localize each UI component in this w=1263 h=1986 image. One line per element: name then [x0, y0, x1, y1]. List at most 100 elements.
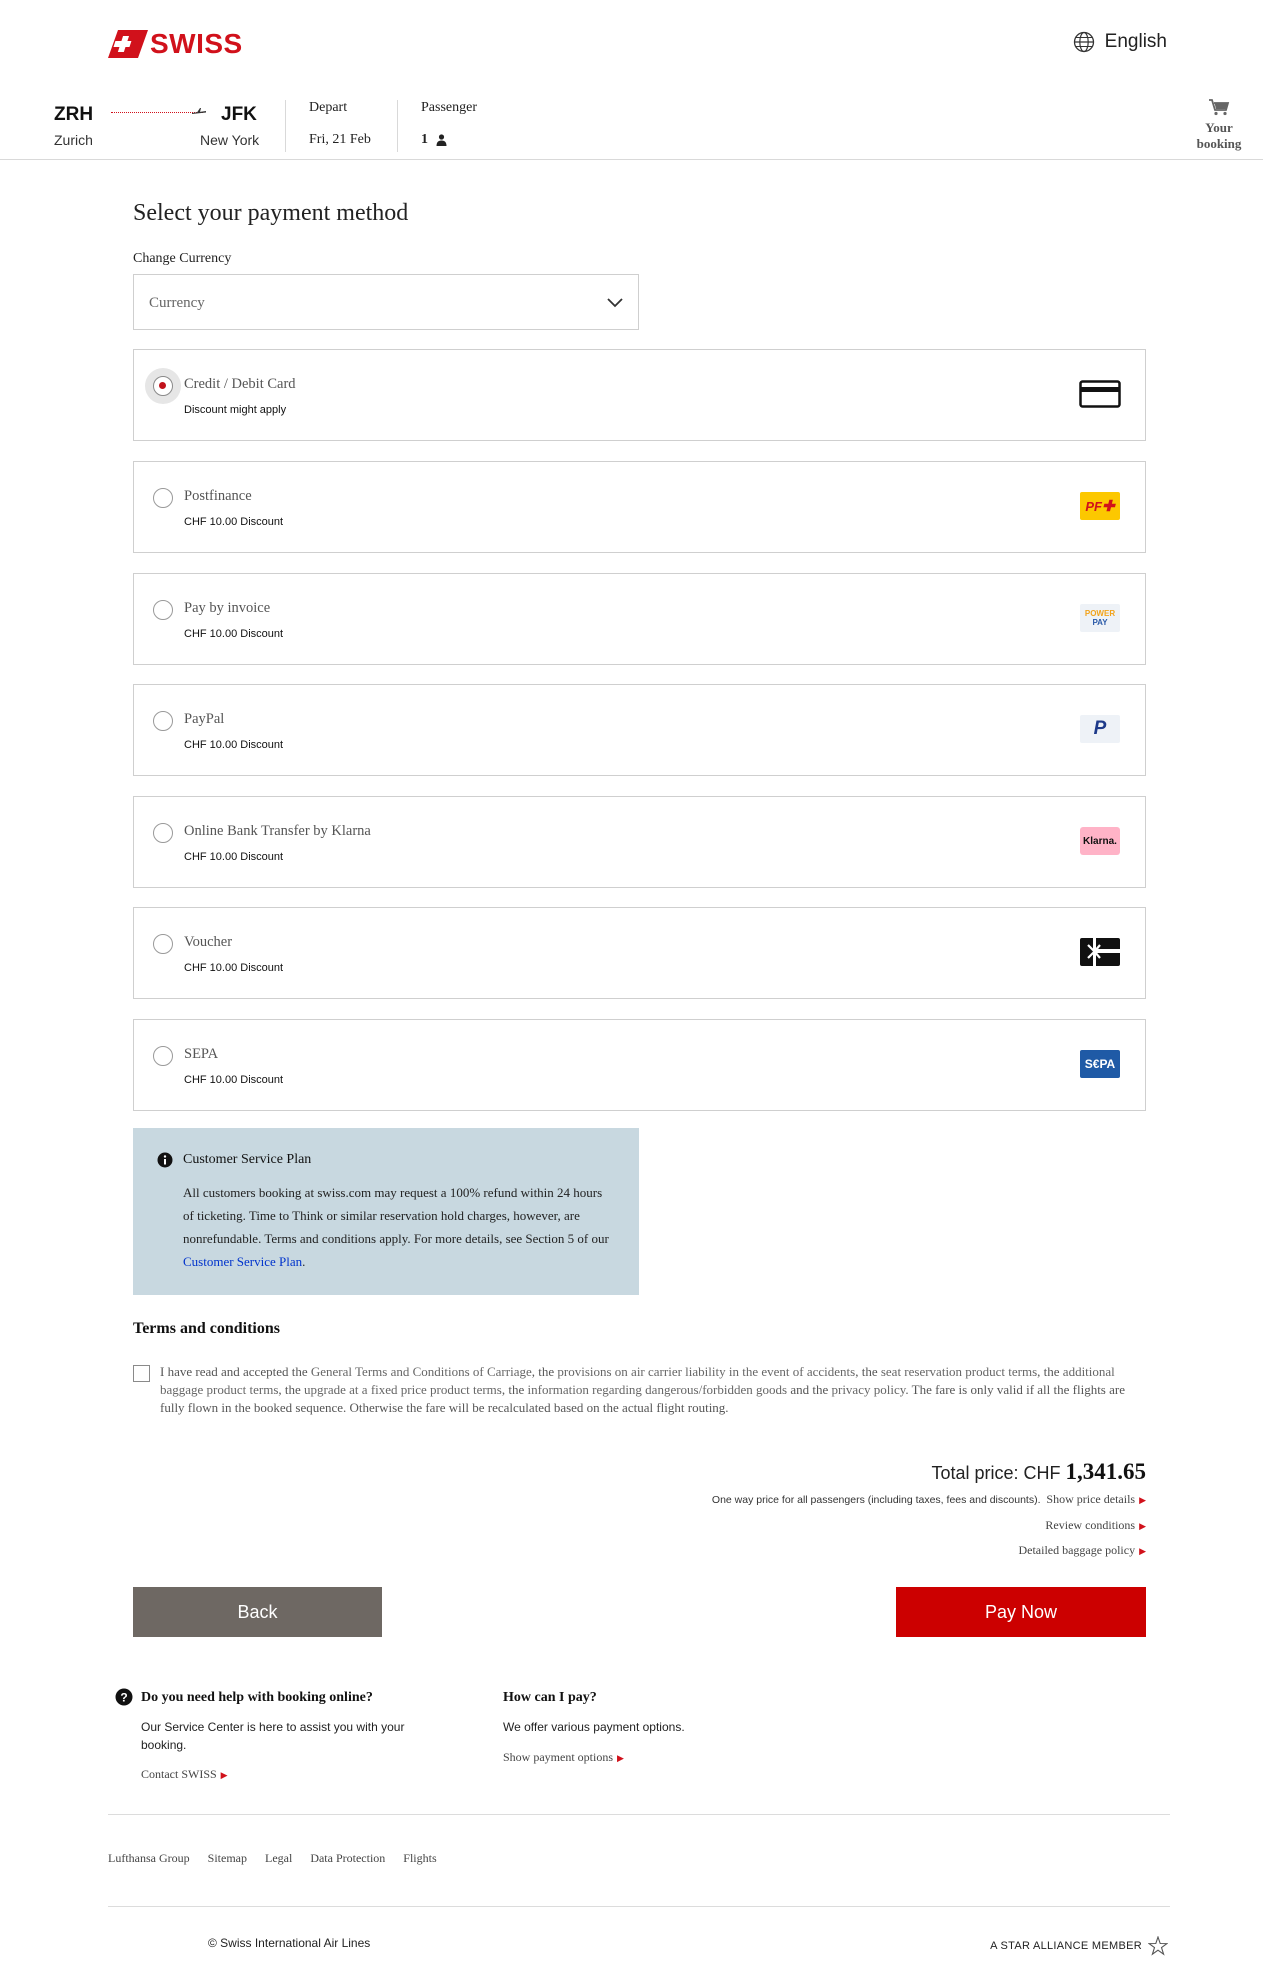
terms-text-part: , the	[501, 1382, 528, 1397]
triangle-right-icon: ▶	[1139, 1546, 1146, 1556]
terms-text-part: I have read and accepted the	[160, 1364, 311, 1379]
terms-checkbox[interactable]	[133, 1365, 150, 1382]
footer-link[interactable]: Lufthansa Group	[108, 1851, 190, 1866]
show-price-details-link[interactable]: Show price details ▶	[1046, 1492, 1146, 1506]
destination-city: New York	[200, 132, 260, 148]
contact-swiss-link[interactable]: Contact SWISS ▶	[141, 1767, 228, 1782]
sepa-logo: S€PA	[1079, 1048, 1121, 1080]
dangerous-goods-link[interactable]: information regarding dangerous/forbidde…	[528, 1382, 788, 1397]
klarna-logo-text: Klarna.	[1083, 835, 1117, 847]
triangle-right-icon: ▶	[1139, 1495, 1146, 1505]
payment-option-postfinance[interactable]: Postfinance CHF 10.00 Discount PF ✚	[133, 461, 1146, 553]
footer-link[interactable]: Sitemap	[208, 1851, 247, 1866]
passenger-count: 1	[421, 132, 428, 147]
payment-option-discount: CHF 10.00 Discount	[184, 962, 284, 974]
payment-option-paypal[interactable]: PayPal CHF 10.00 Discount P	[133, 684, 1146, 776]
total-price: Total price: CHF 1,341.65	[931, 1459, 1146, 1485]
footer-divider	[108, 1906, 1170, 1907]
payment-option-discount: Discount might apply	[184, 404, 287, 416]
postfinance-logo: PF ✚	[1079, 490, 1121, 522]
powerpay-logo-line1: POWER	[1084, 609, 1116, 618]
person-icon	[436, 134, 447, 146]
review-conditions-label: Review conditions	[1045, 1518, 1136, 1532]
depart-label: Depart	[309, 100, 348, 115]
baggage-policy-link[interactable]: Detailed baggage policy ▶	[1018, 1543, 1146, 1558]
payment-option-discount: CHF 10.00 Discount	[184, 851, 284, 863]
payment-option-invoice[interactable]: Pay by invoice CHF 10.00 Discount POWER …	[133, 573, 1146, 665]
terms-text-part: , the	[531, 1364, 558, 1379]
review-conditions-link[interactable]: Review conditions ▶	[1045, 1518, 1146, 1533]
help-booking-title: Do you need help with booking online?	[141, 1690, 373, 1705]
currency-placeholder: Currency	[149, 295, 205, 311]
your-booking-cart[interactable]: Your booking	[1189, 98, 1249, 152]
voucher-icon	[1079, 936, 1121, 968]
radio-button[interactable]	[153, 934, 173, 954]
upgrade-terms-link[interactable]: upgrade at a fixed price product terms	[304, 1382, 502, 1397]
footer-link[interactable]: Flights	[403, 1851, 436, 1866]
plane-icon	[192, 108, 206, 114]
paypal-logo-text: P	[1093, 718, 1107, 739]
payment-option-klarna[interactable]: Online Bank Transfer by Klarna CHF 10.00…	[133, 796, 1146, 888]
privacy-policy-link[interactable]: privacy policy	[831, 1382, 905, 1397]
payment-option-name: Postfinance	[184, 488, 252, 504]
radio-button[interactable]	[153, 823, 173, 843]
radio-button[interactable]	[153, 1046, 173, 1066]
triangle-right-icon: ▶	[1139, 1521, 1146, 1531]
terms-text-part: , the	[278, 1382, 305, 1397]
cart-icon	[1209, 99, 1230, 116]
question-circle-icon: ?	[115, 1688, 133, 1706]
total-price-amount: 1,341.65	[1065, 1459, 1147, 1484]
customer-service-plan-box: Customer Service Plan All customers book…	[133, 1128, 639, 1295]
payment-option-name: Credit / Debit Card	[184, 376, 296, 392]
triangle-right-icon: ▶	[617, 1753, 624, 1763]
top-header: SWISS English	[0, 0, 1263, 90]
swiss-flag-icon	[108, 30, 148, 58]
show-price-details-label: Show price details	[1046, 1492, 1136, 1506]
star-alliance-label: A STAR ALLIANCE MEMBER	[990, 1940, 1142, 1952]
payment-option-discount: CHF 10.00 Discount	[184, 739, 284, 751]
payment-option-name: SEPA	[184, 1046, 219, 1062]
payment-option-name: Online Bank Transfer by Klarna	[184, 823, 371, 839]
chevron-down-icon	[607, 298, 623, 308]
back-button[interactable]: Back	[133, 1587, 382, 1637]
language-selector[interactable]: English	[1073, 31, 1167, 53]
footer-links: Lufthansa Group Sitemap Legal Data Prote…	[108, 1851, 437, 1866]
copyright: © Swiss International Air Lines	[208, 1936, 371, 1950]
show-payment-options-link[interactable]: Show payment options ▶	[503, 1750, 624, 1765]
contact-swiss-label: Contact SWISS	[141, 1767, 217, 1781]
depart-date: Fri, 21 Feb	[309, 132, 371, 147]
customer-service-plan-link[interactable]: Customer Service Plan	[183, 1254, 302, 1269]
pay-now-button[interactable]: Pay Now	[896, 1587, 1146, 1637]
payment-option-name: Voucher	[184, 934, 233, 950]
klarna-logo: Klarna.	[1079, 825, 1121, 857]
svg-text:?: ?	[120, 1691, 127, 1705]
radio-button[interactable]	[153, 600, 173, 620]
star-alliance-badge: A STAR ALLIANCE MEMBER	[990, 1936, 1168, 1956]
payment-option-credit-card[interactable]: Credit / Debit Card Discount might apply	[133, 349, 1146, 441]
radio-button[interactable]	[153, 376, 173, 396]
price-note-text: One way price for all passengers (includ…	[711, 1494, 1041, 1506]
payment-option-sepa[interactable]: SEPA CHF 10.00 Discount S€PA	[133, 1019, 1146, 1111]
logo-text: SWISS	[150, 28, 243, 59]
footer-link[interactable]: Data Protection	[310, 1851, 385, 1866]
general-terms-link[interactable]: General Terms and Conditions of Carriage	[311, 1364, 532, 1379]
payment-option-voucher[interactable]: Voucher CHF 10.00 Discount	[133, 907, 1146, 999]
paypal-logo: P	[1079, 713, 1121, 745]
payment-option-discount: CHF 10.00 Discount	[184, 516, 284, 528]
seat-reservation-terms-link[interactable]: seat reservation product terms	[881, 1364, 1037, 1379]
swiss-logo[interactable]: SWISS	[108, 28, 243, 60]
terms-text-part: and the	[787, 1382, 832, 1397]
globe-icon	[1073, 31, 1094, 53]
destination-code: JFK	[221, 104, 257, 125]
how-to-pay-body: We offer various payment options.	[503, 1720, 685, 1734]
help-booking-body: Our Service Center is here to assist you…	[141, 1720, 405, 1752]
radio-button[interactable]	[153, 488, 173, 508]
payment-option-discount: CHF 10.00 Discount	[184, 628, 284, 640]
footer-link[interactable]: Legal	[265, 1851, 292, 1866]
payment-option-name: PayPal	[184, 711, 225, 727]
carrier-liability-link[interactable]: provisions on air carrier liability in t…	[557, 1364, 855, 1379]
radio-button[interactable]	[153, 711, 173, 731]
currency-select[interactable]: Currency	[133, 274, 639, 330]
route-line	[111, 112, 203, 113]
payment-option-name: Pay by invoice	[184, 600, 271, 616]
